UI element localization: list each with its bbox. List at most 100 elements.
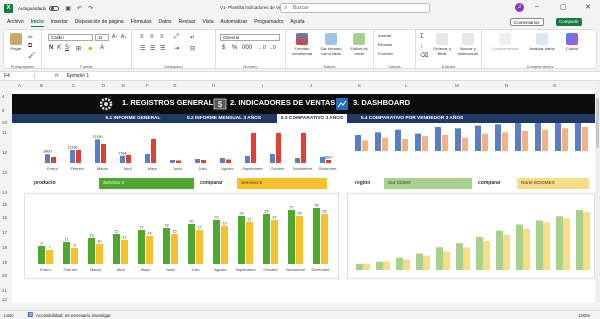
percent-icon[interactable]: % xyxy=(232,45,237,51)
tab-informe-general[interactable]: 5.1 INFORME GENERAL xyxy=(98,114,168,123)
formula-input[interactable]: Ejemplo 1 xyxy=(67,73,89,79)
analyze-data-button[interactable]: Analizar datos xyxy=(528,33,556,51)
wrap-text-icon[interactable]: ↵ xyxy=(190,34,195,41)
row-header[interactable]: 12 xyxy=(2,150,7,155)
nav-indicadores-ventas[interactable]: 2. INDICADORES DE VENTAS xyxy=(230,98,335,107)
producto-select[interactable]: Servicio 4 xyxy=(99,178,194,189)
comparar-producto-select[interactable]: Servicio 5 xyxy=(237,178,327,189)
column-header[interactable]: J xyxy=(310,83,312,88)
menu-item-ayuda[interactable]: Ayuda xyxy=(290,18,304,26)
region-select[interactable]: Sur CDMX xyxy=(384,178,472,189)
vertical-scrollbar[interactable] xyxy=(595,82,600,303)
nav-dashboard[interactable]: 3. DASHBOARD xyxy=(353,98,410,107)
cut-icon[interactable]: ✂ xyxy=(28,34,33,41)
clear-icon[interactable]: ⌫ xyxy=(420,52,428,59)
undo-icon[interactable]: ↶ xyxy=(77,5,82,12)
currency-icon[interactable]: $ xyxy=(222,45,225,51)
redo-icon[interactable]: ↷ xyxy=(88,5,93,12)
column-header[interactable]: N xyxy=(505,83,508,88)
menu-item-archivo[interactable]: Archivo xyxy=(7,18,24,26)
decrease-decimal-icon[interactable]: →0 xyxy=(268,45,276,51)
zoom-level[interactable]: 100% xyxy=(578,313,590,318)
align-middle-icon[interactable]: ≡ xyxy=(150,34,154,40)
cell-styles-button[interactable]: Estilos de celda xyxy=(346,33,372,56)
merge-center-icon[interactable]: ⊟ xyxy=(190,45,195,52)
comments-button[interactable]: Comentarios xyxy=(510,18,544,26)
tab-informe-mensual[interactable]: 5.2 INFORME MENSUAL 3 AÑOS xyxy=(174,114,274,123)
delete-cells-button[interactable]: Eliminar xyxy=(378,42,392,47)
borders-icon[interactable]: ⊞ xyxy=(76,45,81,52)
column-header[interactable]: G xyxy=(173,83,177,88)
search-input[interactable]: ⌕ Buscar xyxy=(280,3,430,13)
menu-item-revisar[interactable]: Revisar xyxy=(179,18,196,26)
product-comparison-chart[interactable]: 9 11 13 15 17 18 20 22 24 25 27 28 7 8 10 12 14 15 17 19 21 2… xyxy=(24,193,339,279)
row-header[interactable]: 19 xyxy=(2,260,7,265)
comparar-region-select[interactable]: Norte EDOMEX xyxy=(517,178,589,189)
decrease-font-icon[interactable]: A↓ xyxy=(121,34,127,40)
menu-item-programador[interactable]: Programador xyxy=(254,18,283,26)
fill-color-icon[interactable]: ◆ xyxy=(88,45,93,52)
format-cells-button[interactable]: Formato xyxy=(378,51,393,56)
find-select-button[interactable]: Buscar y seleccionar xyxy=(456,33,480,56)
column-header[interactable]: K xyxy=(358,83,361,88)
paste-button[interactable]: Pegar xyxy=(7,33,25,51)
close-icon[interactable]: ✕ xyxy=(585,3,591,11)
column-header[interactable]: E xyxy=(122,83,125,88)
region-sales-chart-top[interactable] xyxy=(347,123,595,175)
comma-icon[interactable]: 000 xyxy=(242,45,252,51)
copilot-button[interactable]: Copilot xyxy=(560,33,584,51)
row-header[interactable]: 10 xyxy=(2,120,7,125)
minimize-icon[interactable]: – xyxy=(535,3,539,10)
column-header[interactable]: M xyxy=(455,83,459,88)
column-header[interactable]: A xyxy=(18,83,21,88)
font-color-icon[interactable]: A xyxy=(100,45,104,51)
underline-icon[interactable]: S xyxy=(65,45,69,51)
share-button[interactable]: Compartir xyxy=(556,18,582,26)
sort-filter-button[interactable]: Ordenar y filtrar xyxy=(430,33,454,56)
align-center-icon[interactable]: ☰ xyxy=(150,45,155,52)
indent-icon[interactable]: ⇥ xyxy=(174,45,179,52)
menu-item-automatizar[interactable]: Automatizar xyxy=(221,18,248,26)
column-header[interactable]: F xyxy=(146,83,149,88)
row-header[interactable]: 17 xyxy=(2,230,7,235)
number-format-select[interactable]: General xyxy=(220,34,280,41)
column-header[interactable]: B xyxy=(40,83,43,88)
row-header[interactable]: 14 xyxy=(2,190,7,195)
avatar[interactable]: J xyxy=(515,3,524,12)
money-icon[interactable]: $ xyxy=(212,96,228,112)
region-comparison-chart[interactable] xyxy=(347,193,595,279)
menu-item-disposicindepgina[interactable]: Disposición de página xyxy=(75,18,124,26)
conditional-format-button[interactable]: Formato condicional xyxy=(289,33,315,56)
fill-icon[interactable]: ↓ xyxy=(420,43,423,49)
row-header[interactable]: 18 xyxy=(2,245,7,250)
italic-icon[interactable]: K xyxy=(57,45,61,51)
row-header[interactable]: 11 xyxy=(2,130,7,135)
column-header[interactable]: D xyxy=(102,83,105,88)
nav-registros-generales[interactable]: 1. REGISTROS GENERALES xyxy=(122,98,223,107)
column-header[interactable]: H xyxy=(212,83,215,88)
row-header[interactable]: 4 xyxy=(2,94,5,99)
align-bottom-icon[interactable]: ≡ xyxy=(160,34,164,40)
gear-icon[interactable] xyxy=(98,96,114,112)
orientation-icon[interactable]: ⤢ xyxy=(174,34,179,41)
insert-cells-button[interactable]: Insertar xyxy=(378,33,392,38)
increase-font-icon[interactable]: A↑ xyxy=(112,34,118,40)
column-header[interactable]: L xyxy=(405,83,408,88)
row-header[interactable]: 22 xyxy=(2,297,7,302)
save-icon[interactable]: ▣ xyxy=(65,5,71,12)
row-header[interactable]: 5 xyxy=(2,108,5,113)
align-right-icon[interactable]: ☰ xyxy=(160,45,165,52)
align-top-icon[interactable]: ≡ xyxy=(140,34,144,40)
format-table-button[interactable]: Dar formato como tabla xyxy=(317,33,345,56)
maximize-icon[interactable]: ▢ xyxy=(560,3,567,11)
worksheet[interactable]: 1. REGISTROS GENERALES $ 2. INDICADORES … xyxy=(12,90,595,303)
tab-comparativo-vendedor[interactable]: 5.4 COMPARATIVO POR VENDEDOR 3 AÑOS xyxy=(352,114,472,123)
column-header[interactable]: C xyxy=(72,83,75,88)
scrollbar-thumb[interactable] xyxy=(596,98,599,148)
accessibility-status[interactable]: Accesibilidad: es necesario investigar xyxy=(36,313,111,318)
row-header[interactable]: 20 xyxy=(2,273,7,278)
font-size-select[interactable]: 11 xyxy=(95,34,109,41)
increase-decimal-icon[interactable]: ←0 xyxy=(258,45,266,51)
menu-item-vista[interactable]: Vista xyxy=(202,18,213,26)
autosum-icon[interactable]: Σ xyxy=(420,34,424,40)
